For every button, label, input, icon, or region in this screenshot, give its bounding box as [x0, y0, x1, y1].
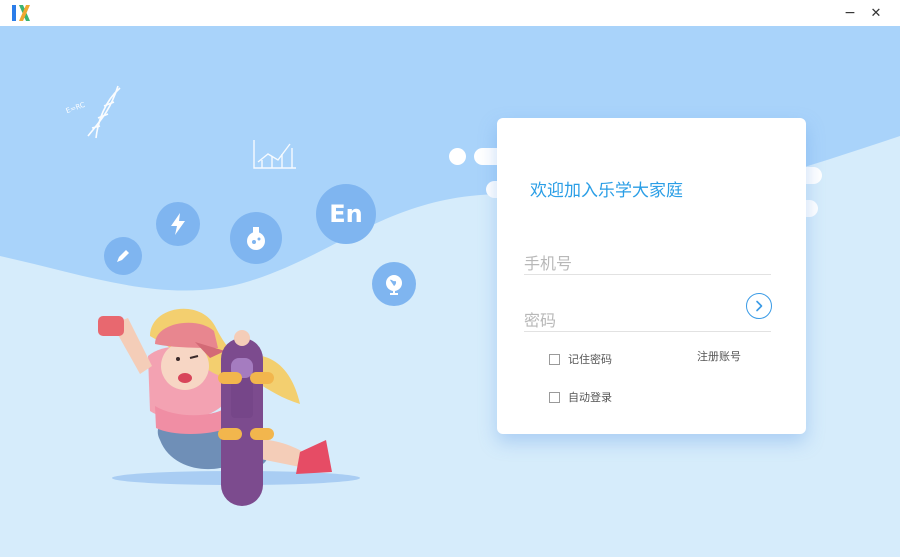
flask-icon [243, 225, 269, 251]
password-input[interactable] [524, 309, 771, 332]
close-icon: ✕ [871, 6, 882, 21]
remember-password-label: 记住密码 [568, 351, 612, 367]
remember-password-box[interactable] [549, 354, 560, 365]
auto-login-label: 自动登录 [568, 389, 612, 405]
login-submit-button[interactable] [746, 293, 772, 319]
chevron-right-icon [753, 300, 765, 312]
globe-icon [383, 273, 405, 295]
pencil-icon [114, 247, 132, 265]
english-bubble-icon: En [316, 184, 376, 244]
lightning-bubble-icon [156, 202, 200, 246]
cloud-dot-left [449, 148, 466, 165]
app-logo-icon [10, 3, 32, 23]
english-label: En [329, 200, 362, 228]
login-card: 欢迎加入乐学大家庭 记住密码 注册账号 自动登录 [497, 118, 806, 434]
login-window: − ✕ E=RC [0, 0, 900, 557]
remember-password-checkbox[interactable]: 记住密码 [549, 351, 612, 367]
flask-bubble-icon [230, 212, 282, 264]
close-button[interactable]: ✕ [864, 3, 888, 23]
title-bar: − ✕ [0, 0, 900, 26]
minimize-icon: − [844, 5, 856, 21]
lightning-icon [168, 212, 188, 236]
login-title: 欢迎加入乐学大家庭 [530, 176, 683, 201]
auto-login-box[interactable] [549, 392, 560, 403]
pencil-bubble-icon [104, 237, 142, 275]
minimize-button[interactable]: − [838, 3, 862, 23]
register-account-link[interactable]: 注册账号 [697, 348, 741, 364]
auto-login-checkbox[interactable]: 自动登录 [549, 389, 612, 405]
phone-input[interactable] [524, 252, 771, 275]
globe-bubble-icon [372, 262, 416, 306]
